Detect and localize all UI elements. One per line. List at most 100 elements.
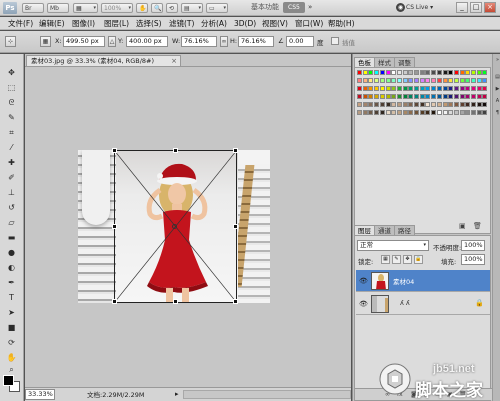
- swatch[interactable]: [368, 102, 374, 107]
- horizontal-scrollbar[interactable]: [183, 390, 351, 399]
- warp-checkbox[interactable]: [331, 37, 339, 45]
- blur-tool-icon[interactable]: ●: [4, 246, 19, 259]
- transform-handle-top-right[interactable]: [233, 148, 238, 153]
- swatch[interactable]: [368, 110, 374, 115]
- collapse-panels-icon[interactable]: »: [494, 57, 500, 64]
- shape-tool-icon[interactable]: ■: [4, 321, 19, 334]
- pen-tool-icon[interactable]: ✒: [4, 276, 19, 289]
- swatch[interactable]: [374, 102, 380, 107]
- menu-select[interactable]: 选择(S): [136, 18, 162, 29]
- rotate-view-button[interactable]: ⟲: [166, 3, 178, 13]
- swatch[interactable]: [448, 86, 454, 91]
- swatch[interactable]: [465, 86, 471, 91]
- swatch[interactable]: [391, 86, 397, 91]
- swatch[interactable]: [459, 78, 465, 83]
- transform-bounding-box[interactable]: [112, 148, 238, 304]
- swatch[interactable]: [419, 86, 425, 91]
- swatch[interactable]: [425, 110, 431, 115]
- paragraph-panel-icon[interactable]: ¶: [494, 110, 500, 117]
- swatch[interactable]: [448, 78, 454, 83]
- swatch[interactable]: [396, 86, 402, 91]
- layer-row-top[interactable]: 👁 素材04: [356, 270, 490, 292]
- workspace-basic[interactable]: 基本功能: [247, 2, 283, 13]
- swatch[interactable]: [442, 78, 448, 83]
- lasso-tool-icon[interactable]: ᘓ: [4, 96, 19, 109]
- swatch[interactable]: [391, 94, 397, 99]
- gradient-tool-icon[interactable]: ▬: [4, 231, 19, 244]
- w-field[interactable]: 76.16%: [181, 36, 217, 47]
- swatch[interactable]: [436, 102, 442, 107]
- swatch[interactable]: [465, 70, 471, 75]
- swatch[interactable]: [402, 102, 408, 107]
- swatch[interactable]: [362, 110, 368, 115]
- menu-view[interactable]: 视图(V): [262, 18, 288, 29]
- swatch[interactable]: [379, 94, 385, 99]
- tab-styles[interactable]: 样式: [374, 57, 395, 67]
- menu-image[interactable]: 图像(I): [72, 18, 95, 29]
- transform-handle-right[interactable]: [233, 224, 238, 229]
- swatch[interactable]: [476, 94, 482, 99]
- trash-icon[interactable]: 🗑: [473, 222, 482, 230]
- brush-tool-icon[interactable]: ✐: [4, 171, 19, 184]
- crop-tool-icon[interactable]: ⌗: [4, 126, 19, 139]
- document-tab[interactable]: 素材03.jpg @ 33.3% (素材04, RGB/8#) ×: [26, 55, 181, 66]
- actions-panel-icon[interactable]: ▶: [494, 86, 500, 93]
- swatch[interactable]: [465, 102, 471, 107]
- transform-handle-bottom-right[interactable]: [233, 299, 238, 304]
- swatch[interactable]: [453, 102, 459, 107]
- swatch[interactable]: [385, 78, 391, 83]
- swatch[interactable]: [482, 94, 488, 99]
- transform-handle-top[interactable]: [173, 148, 178, 153]
- healing-tool-icon[interactable]: ✚: [4, 156, 19, 169]
- swatch[interactable]: [442, 110, 448, 115]
- cs-live-icon[interactable]: ◉: [396, 3, 405, 12]
- swatch[interactable]: [385, 70, 391, 75]
- swatch[interactable]: [453, 86, 459, 91]
- y-field[interactable]: 400.00 px: [126, 36, 168, 47]
- swatch[interactable]: [391, 102, 397, 107]
- swatch[interactable]: [402, 110, 408, 115]
- lock-transparent-icon[interactable]: ▦: [381, 255, 390, 264]
- swatch[interactable]: [357, 94, 362, 99]
- swatch[interactable]: [414, 94, 419, 99]
- transform-handle-bottom[interactable]: [173, 299, 178, 304]
- swatch[interactable]: [374, 70, 380, 75]
- swatch[interactable]: [453, 94, 459, 99]
- restore-button[interactable]: □: [470, 2, 482, 13]
- swatch[interactable]: [459, 70, 465, 75]
- swatch[interactable]: [442, 94, 448, 99]
- swatch[interactable]: [408, 70, 414, 75]
- swatch[interactable]: [425, 94, 431, 99]
- swatch[interactable]: [419, 78, 425, 83]
- swatch[interactable]: [471, 110, 476, 115]
- swatch[interactable]: [482, 78, 488, 83]
- tab-layers[interactable]: 图层: [354, 225, 375, 235]
- swatch[interactable]: [396, 94, 402, 99]
- zoom-button[interactable]: 🔍: [151, 3, 163, 13]
- swatch[interactable]: [374, 86, 380, 91]
- lock-image-icon[interactable]: ✎: [392, 255, 401, 264]
- swatch[interactable]: [436, 70, 442, 75]
- minimize-button[interactable]: _: [456, 2, 468, 13]
- swatch[interactable]: [379, 86, 385, 91]
- layer-name[interactable]: 素材04: [393, 276, 414, 286]
- character-panel-icon[interactable]: A: [494, 98, 500, 105]
- swatch[interactable]: [448, 102, 454, 107]
- chain-link-icon[interactable]: ∞: [220, 36, 228, 47]
- swatch[interactable]: [368, 86, 374, 91]
- swatch[interactable]: [357, 110, 362, 115]
- swatch[interactable]: [408, 102, 414, 107]
- menu-file[interactable]: 文件(F): [8, 18, 33, 29]
- swatch[interactable]: [414, 86, 419, 91]
- eraser-tool-icon[interactable]: ▱: [4, 216, 19, 229]
- swatch[interactable]: [408, 78, 414, 83]
- swatch[interactable]: [419, 102, 425, 107]
- swatch[interactable]: [408, 86, 414, 91]
- swatch[interactable]: [459, 94, 465, 99]
- swatch[interactable]: [476, 70, 482, 75]
- swatch[interactable]: [482, 102, 488, 107]
- swatch[interactable]: [442, 70, 448, 75]
- swatch[interactable]: [471, 86, 476, 91]
- relative-position-icon[interactable]: △: [108, 36, 116, 47]
- swatch[interactable]: [448, 70, 454, 75]
